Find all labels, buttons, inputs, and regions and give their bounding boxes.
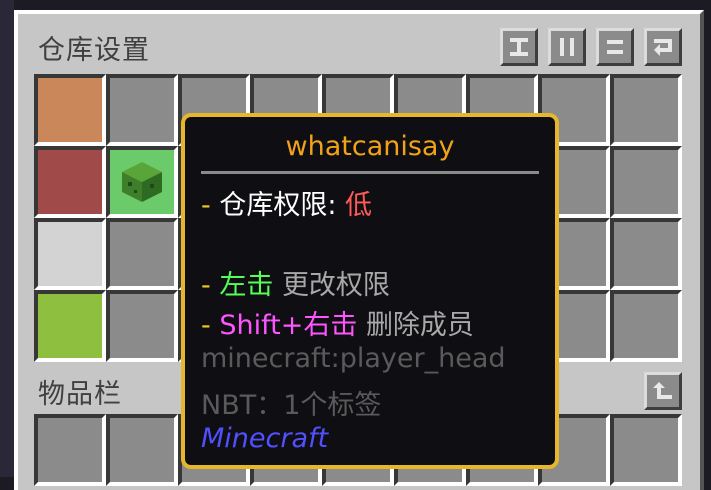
shift-right-click-action: 删除成员 [365, 310, 474, 341]
sort-icon [510, 38, 528, 56]
upload-arrow-icon [653, 382, 672, 399]
bullet: - [201, 270, 211, 301]
inventory-slot[interactable] [106, 414, 178, 486]
player-head-slot[interactable] [106, 146, 178, 218]
light-gray-member-marker [38, 222, 102, 286]
inventory-title: 物品栏 [38, 379, 122, 410]
shift-right-click-label: Shift+右击 [219, 310, 358, 341]
nbt-info: NBT：1个标签 [201, 390, 382, 421]
equals-icon [607, 40, 623, 54]
storage-slot[interactable] [106, 290, 178, 362]
storage-slot[interactable] [34, 290, 106, 362]
pause-button[interactable] [548, 28, 586, 66]
orange-member-marker [38, 78, 102, 142]
permission-label: 仓库权限: [219, 190, 337, 221]
pause-icon [560, 38, 574, 56]
return-button[interactable] [644, 28, 682, 66]
storage-slot[interactable] [106, 74, 178, 146]
panel-title: 仓库设置 [38, 35, 150, 66]
item-id: minecraft:player_head [201, 343, 506, 374]
background-edge [0, 0, 14, 477]
shift-right-click-line: - Shift+右击 删除成员 [201, 303, 474, 342]
equals-button[interactable] [596, 28, 634, 66]
storage-slot[interactable] [610, 74, 682, 146]
storage-slot[interactable] [610, 290, 682, 362]
sort-button[interactable] [500, 28, 538, 66]
storage-slot[interactable] [34, 146, 106, 218]
permission-line: - 仓库权限: 低 [201, 183, 372, 222]
player-name: whatcanisay [285, 131, 455, 162]
red-member-marker [38, 150, 102, 214]
left-click-line: - 左击 更改权限 [201, 263, 390, 302]
left-click-action: 更改权限 [281, 270, 390, 301]
bullet: - [201, 310, 211, 341]
storage-slot[interactable] [34, 74, 106, 146]
item-tooltip: whatcanisay - 仓库权限: 低 - 左击 更改权限 - Shift+… [181, 113, 559, 469]
left-click-label: 左击 [219, 270, 274, 301]
inventory-slot[interactable] [610, 414, 682, 486]
storage-slot[interactable] [610, 218, 682, 290]
storage-slot[interactable] [106, 218, 178, 290]
bullet: - [201, 190, 211, 221]
return-arrow-icon [654, 39, 672, 56]
mod-name: Minecraft [201, 423, 329, 454]
permission-value: 低 [345, 190, 373, 221]
player-head-icon [122, 162, 162, 202]
storage-slot[interactable] [34, 218, 106, 290]
tooltip-divider [201, 171, 539, 174]
inventory-upload-button[interactable] [644, 372, 682, 410]
inventory-slot[interactable] [34, 414, 106, 486]
storage-slot[interactable] [610, 146, 682, 218]
lime-member-marker [38, 294, 102, 358]
